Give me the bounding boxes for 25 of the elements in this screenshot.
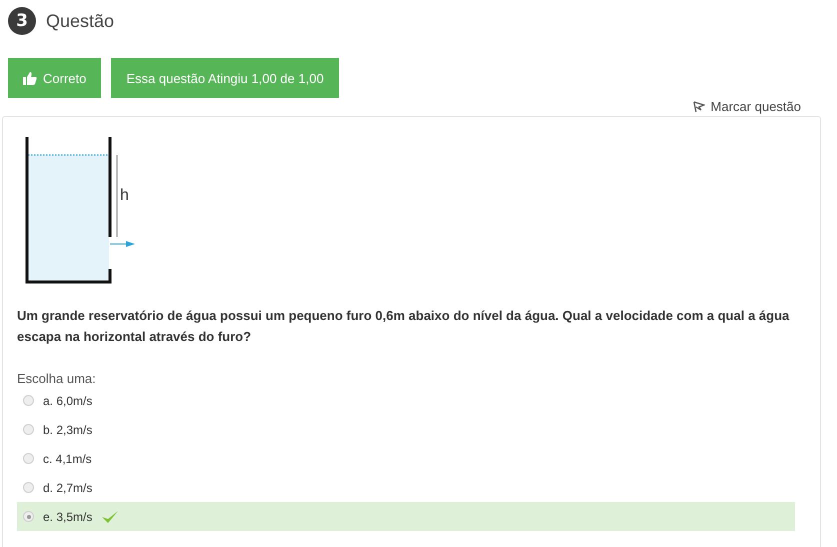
- thumbs-up-icon: [23, 72, 37, 84]
- option-label: e. 3,5m/s: [43, 510, 92, 524]
- radio-button[interactable]: [23, 395, 34, 406]
- radio-button[interactable]: [23, 424, 34, 435]
- option-label: b. 2,3m/s: [43, 422, 92, 436]
- radio-button[interactable]: [23, 453, 34, 464]
- correct-answer-row[interactable]: e. 3,5m/s: [17, 502, 795, 531]
- radio-button[interactable]: [23, 511, 34, 522]
- answer-option[interactable]: b. 2,3m/s: [17, 415, 795, 444]
- question-number: 3: [8, 7, 36, 35]
- option-label: a. 6,0m/s: [43, 394, 92, 408]
- radio-button[interactable]: [23, 482, 34, 493]
- status-badge: Correto: [8, 58, 102, 98]
- height-label: h: [120, 187, 129, 205]
- choose-label: Escolha uma:: [17, 371, 97, 386]
- option-label: c. 4,1m/s: [43, 452, 92, 466]
- flag-question-link[interactable]: Marcar questão: [692, 99, 801, 114]
- answer-option[interactable]: c. 4,1m/s: [17, 444, 795, 473]
- question-title: Questão: [46, 10, 114, 32]
- question-text: Um grande reservatório de água possui um pequeno furo 0,6m abaixo do nível da água. Qual a velocidade com a qual a água escapa na horizontal através do furo?: [17, 307, 790, 346]
- flag-icon: [692, 100, 705, 112]
- answer-option[interactable]: a. 6,0m/s: [17, 386, 795, 415]
- status-badge: Essa questão Atingiu 1,00 de 1,00: [111, 58, 339, 98]
- answer-option[interactable]: d. 2,7m/s: [17, 473, 795, 502]
- option-label: d. 2,7m/s: [43, 480, 92, 494]
